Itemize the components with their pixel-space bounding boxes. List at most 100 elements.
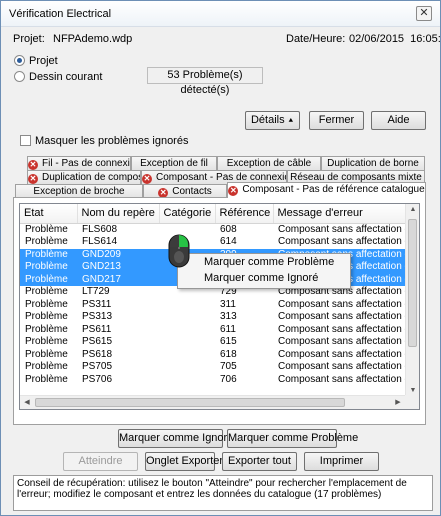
tab-duplication-de-borne[interactable]: Duplication de borne bbox=[321, 156, 425, 170]
table-row[interactable]: Problème PS615 615 Composant sans affectati… bbox=[20, 336, 406, 349]
project-label: Projet: bbox=[13, 33, 45, 45]
cell-nom: PS311 bbox=[82, 298, 112, 310]
help-button[interactable]: Aide bbox=[371, 111, 426, 130]
grid-body: Problème FLS608 608 Composant sans affectat… bbox=[20, 223, 406, 386]
tab-exception-de-cable[interactable]: Exception de câble bbox=[217, 156, 321, 170]
tab-contacts[interactable]: ✕ Contacts bbox=[143, 184, 227, 198]
column-header-categorie[interactable]: Catégorie bbox=[159, 204, 216, 224]
cell-message: Composant sans affectation de ré bbox=[278, 361, 406, 372]
tab-label: Fil - Pas de connexion bbox=[42, 158, 130, 169]
cell-etat: Problème bbox=[20, 273, 77, 286]
cell-etat: Problème bbox=[25, 348, 68, 360]
tab-label: Exception de fil bbox=[140, 158, 208, 169]
vertical-scrollbar[interactable]: ▲ ▼ bbox=[405, 204, 419, 396]
problems-grid: Etat Nom du repère Catégorie Référence M… bbox=[19, 203, 420, 410]
cell-etat: Problème bbox=[25, 323, 68, 335]
cell-etat: Problème bbox=[25, 236, 68, 247]
recovery-tip-text: Conseil de récupération: utilisez le bou… bbox=[17, 478, 407, 500]
horizontal-scroll-thumb[interactable] bbox=[35, 398, 345, 407]
tab-label: Contacts bbox=[172, 186, 212, 197]
cell-reference: 313 bbox=[220, 311, 237, 322]
export-all-button[interactable]: Exporter tout bbox=[222, 452, 297, 471]
table-row[interactable]: Problème FLS608 608 Composant sans affectat… bbox=[20, 223, 406, 236]
context-menu: Marquer comme Problème Marquer comme Ign… bbox=[177, 253, 351, 289]
cell-message: Composant sans affectation de ré bbox=[278, 298, 406, 310]
scroll-right-icon[interactable]: ▶ bbox=[391, 398, 405, 406]
error-icon: ✕ bbox=[28, 160, 38, 170]
mark-problem-button[interactable]: Marquer comme Problème bbox=[227, 429, 358, 448]
cell-etat: Problème bbox=[25, 311, 68, 322]
scroll-up-icon[interactable]: ▲ bbox=[406, 206, 419, 213]
column-header-reference[interactable]: Référence bbox=[215, 204, 274, 224]
cell-nom: PS615 bbox=[82, 336, 113, 347]
tab-composant-pas-de-reference[interactable]: ✕ Composant - Pas de référence catalogue bbox=[227, 182, 426, 198]
cell-nom: LT729 bbox=[82, 286, 110, 297]
table-row[interactable]: Problème PS313 313 Composant sans affectati… bbox=[20, 311, 406, 324]
cell-etat: Problème bbox=[25, 223, 68, 235]
error-icon: ✕ bbox=[228, 186, 239, 196]
cell-reference: 611 bbox=[220, 323, 236, 335]
drawing-radio[interactable] bbox=[14, 71, 25, 82]
error-icon: ✕ bbox=[28, 174, 38, 184]
tab-duplication-de-composant[interactable]: ✕ Duplication de composant bbox=[27, 170, 141, 184]
column-header-etat[interactable]: Etat bbox=[20, 204, 78, 224]
datetime-value: 02/06/2015 16:05:09 bbox=[349, 33, 441, 45]
tab-exception-de-fil[interactable]: Exception de fil bbox=[131, 156, 217, 170]
table-row[interactable]: Problème PS706 706 Composant sans affectati… bbox=[20, 374, 406, 387]
project-radio-label: Projet bbox=[29, 55, 58, 67]
tab-exception-de-broche[interactable]: Exception de broche bbox=[15, 184, 143, 198]
goto-button[interactable]: Atteindre bbox=[63, 452, 138, 471]
hide-ignored-label: Masquer les problèmes ignorés bbox=[35, 135, 189, 147]
cell-nom: PS705 bbox=[82, 361, 113, 372]
cell-etat: Problème bbox=[25, 286, 68, 297]
cell-message: Composant sans affectation de ré bbox=[278, 373, 406, 385]
cell-reference: 311 bbox=[220, 298, 236, 310]
table-row[interactable]: Problème PS311 311 Composant sans affectati… bbox=[20, 299, 406, 312]
cell-nom: PS313 bbox=[82, 311, 113, 322]
hide-ignored-checkbox[interactable] bbox=[20, 135, 31, 146]
export-tab-button[interactable]: Onglet Exporter bbox=[145, 452, 223, 471]
column-header-nom[interactable]: Nom du repère bbox=[77, 204, 160, 224]
scroll-left-icon[interactable]: ◀ bbox=[20, 398, 34, 406]
table-row[interactable]: Problème PS705 705 Composant sans affectati… bbox=[20, 361, 406, 374]
vertical-scroll-thumb[interactable] bbox=[408, 219, 417, 347]
datetime-label: Date/Heure: bbox=[286, 33, 346, 45]
cell-message: Composant sans affectation de ré bbox=[278, 323, 406, 335]
cell-etat: Problème bbox=[25, 336, 68, 347]
cell-nom: PS618 bbox=[82, 348, 113, 360]
mark-ignored-button[interactable]: Marquer comme Ignoré bbox=[118, 429, 233, 448]
cell-message: Composant sans affectation de ré bbox=[278, 336, 406, 347]
cell-categorie bbox=[159, 324, 215, 337]
cell-nom: PS611 bbox=[82, 323, 112, 335]
cell-categorie bbox=[159, 311, 215, 324]
drawing-radio-label: Dessin courant bbox=[29, 71, 103, 83]
tab-panel: Etat Nom du repère Catégorie Référence M… bbox=[13, 197, 426, 425]
context-menu-mark-problem[interactable]: Marquer comme Problème bbox=[178, 254, 350, 270]
cell-etat: Problème bbox=[20, 261, 77, 274]
close-button[interactable]: Fermer bbox=[309, 111, 364, 130]
cell-reference: 706 bbox=[220, 373, 237, 385]
print-button[interactable]: Imprimer bbox=[304, 452, 379, 471]
table-row[interactable]: Problème PS618 618 Composant sans affectati… bbox=[20, 349, 406, 362]
close-window-icon[interactable]: ✕ bbox=[416, 6, 432, 21]
cell-nom: PS706 bbox=[82, 373, 113, 385]
tab-label: Exception de câble bbox=[226, 158, 312, 169]
tab-fil-pas-de-connexion[interactable]: ✕ Fil - Pas de connexion bbox=[27, 156, 131, 170]
problems-count-box: 53 Problème(s) détecté(s) bbox=[147, 67, 263, 96]
table-row[interactable]: Problème PS611 611 Composant sans affectati… bbox=[20, 324, 406, 337]
cell-nom: FLS608 bbox=[82, 223, 118, 235]
grid-header: Etat Nom du repère Catégorie Référence M… bbox=[20, 204, 407, 224]
details-button[interactable]: Détails ⯅ bbox=[245, 111, 300, 130]
project-radio[interactable] bbox=[14, 55, 25, 66]
cell-reference: 614 bbox=[220, 236, 237, 247]
horizontal-scrollbar[interactable]: ◀ ▶ bbox=[20, 395, 405, 409]
context-menu-mark-ignored[interactable]: Marquer comme Ignoré bbox=[178, 270, 350, 286]
tab-label: Duplication de composant bbox=[42, 172, 140, 183]
column-header-message[interactable]: Message d'erreur bbox=[273, 204, 407, 224]
cell-categorie bbox=[159, 349, 215, 362]
cell-categorie bbox=[159, 336, 215, 349]
cell-message: Composant sans affectation de ré bbox=[278, 311, 406, 322]
table-row[interactable]: Problème FLS614 614 Composant sans affectat… bbox=[20, 236, 406, 249]
project-value: NFPAdemo.wdp bbox=[53, 33, 133, 45]
scroll-down-icon[interactable]: ▼ bbox=[406, 387, 419, 394]
